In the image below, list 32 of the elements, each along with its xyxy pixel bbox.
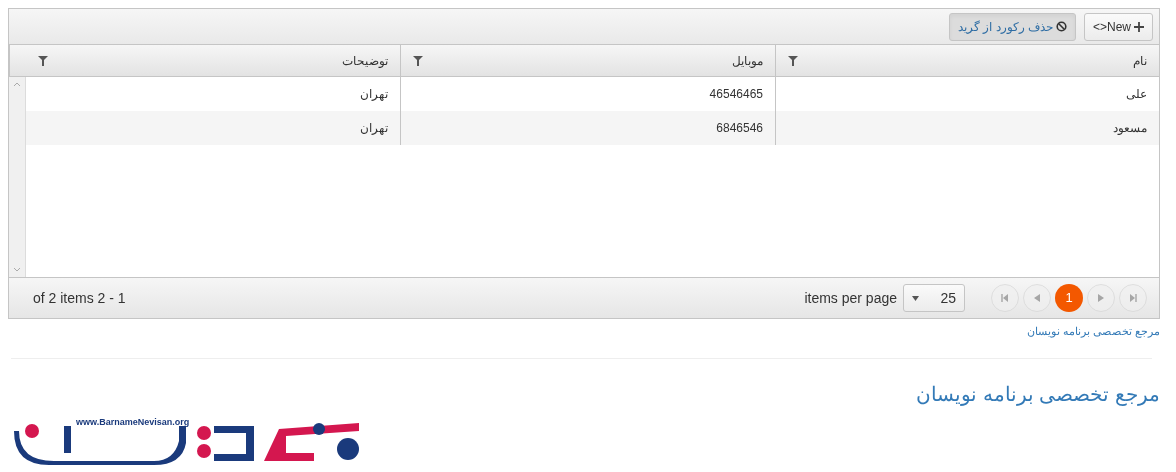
page-size-dropdown[interactable]: 25 (903, 284, 965, 312)
filter-icon[interactable] (413, 55, 423, 66)
column-header[interactable]: توضیحات (26, 45, 400, 76)
add-button[interactable]: <>New (1083, 12, 1153, 41)
heading: مرجع تخصصی برنامه نویسان (916, 381, 1160, 408)
plus-icon (1134, 21, 1144, 32)
previous-page-icon (1034, 294, 1040, 302)
column-header[interactable]: نام (775, 45, 1159, 76)
table-cell: مسعود (775, 111, 1159, 145)
scroll-down-icon[interactable] (13, 267, 21, 273)
logo-url: www.BarnameNevisan.org (76, 416, 190, 427)
pager-info: of 2 items 2 - 1 (33, 288, 126, 308)
column-header[interactable]: موبایل (400, 45, 775, 76)
scrollbar[interactable] (9, 77, 26, 277)
filter-icon[interactable] (788, 55, 798, 66)
prohibited-icon (1055, 21, 1067, 32)
filter-icon[interactable] (38, 55, 48, 66)
scroll-up-icon[interactable] (13, 81, 21, 87)
table-cell: 6846546 (400, 111, 775, 145)
footer-link[interactable]: مرجع تخصصی برنامه نویسان (1026, 323, 1160, 340)
table-cell-text: تهران (359, 86, 389, 103)
pager-label: items per page (804, 288, 897, 308)
last-page-button[interactable] (1119, 284, 1147, 312)
previous-page-button[interactable] (1023, 284, 1051, 312)
next-page-button[interactable] (1087, 284, 1115, 312)
first-page-icon (1001, 294, 1009, 302)
dropdown-arrow-icon (912, 295, 919, 301)
last-page-icon (1129, 294, 1137, 302)
first-page-button[interactable] (991, 284, 1019, 312)
table-cell-text: تهران (359, 120, 389, 137)
next-page-icon (1098, 294, 1104, 302)
delete-button[interactable]: حذف رکورد از گرید (948, 12, 1076, 41)
